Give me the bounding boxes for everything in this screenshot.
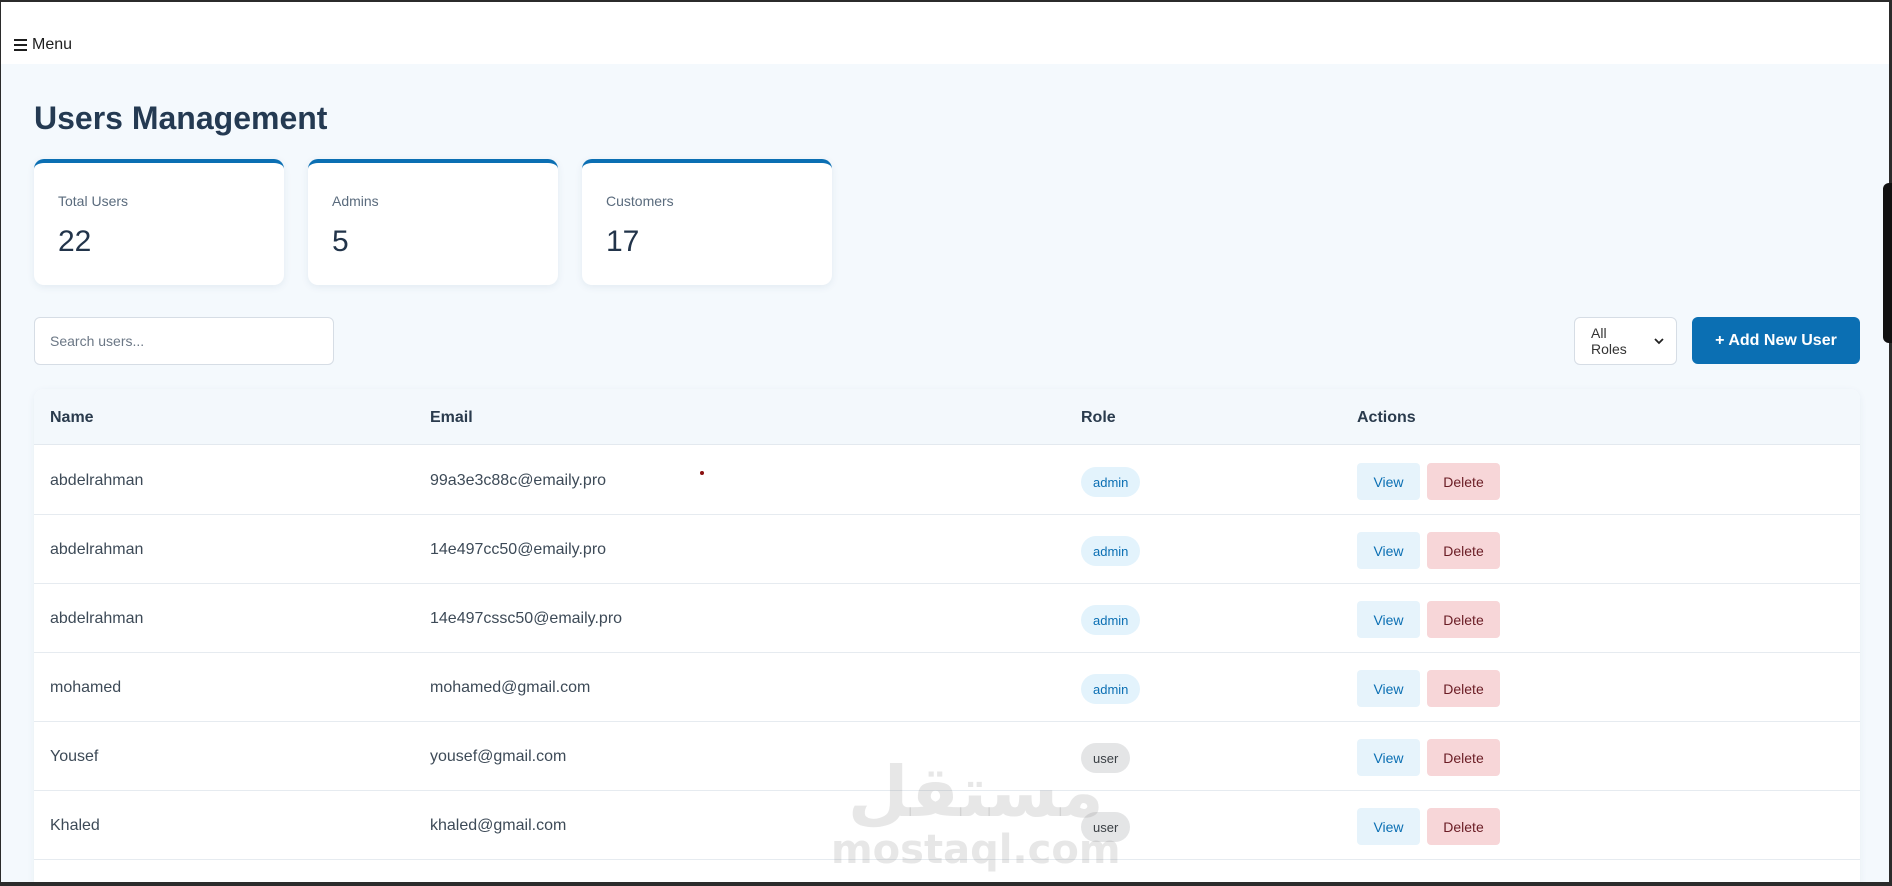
table-row: abdelrahman 14e497cssc50@emaily.pro admi… [34,584,1860,653]
user-name: mohamed [50,679,122,696]
stray-dot [700,471,704,475]
menu-button[interactable]: Menu [14,36,72,54]
delete-button[interactable]: Delete [1427,532,1500,569]
role-filter-value: All Roles [1591,325,1627,357]
role-badge: admin [1081,674,1141,704]
stat-value: 22 [58,225,92,258]
stat-card-customers: Customers 17 [582,159,832,285]
user-email: khaled@gmail.com [430,817,567,834]
stat-label: Admins [332,193,379,209]
table-header: Name Email Role Actions [34,389,1860,445]
user-name: abdelrahman [50,541,144,558]
column-header-name: Name [50,409,94,426]
watermark-arabic: مستقل [847,751,1104,833]
menu-label: Menu [32,36,73,53]
stat-card-admins: Admins 5 [308,159,558,285]
hamburger-icon [14,39,27,51]
delete-button[interactable]: Delete [1427,739,1500,776]
search-input[interactable] [34,317,334,365]
user-email: 99a3e3c88c@emaily.pro [430,472,607,489]
stat-label: Customers [606,193,674,209]
column-header-role: Role [1081,409,1116,426]
table-row: abdelrahman 99a3e3c88c@emaily.pro admin … [34,446,1860,515]
view-button[interactable]: View [1357,670,1420,707]
view-button[interactable]: View [1357,463,1420,500]
user-email: yousef@gmail.com [430,748,567,765]
delete-button[interactable]: Delete [1427,601,1500,638]
stat-value: 17 [606,225,640,258]
role-badge: admin [1081,467,1141,497]
view-button[interactable]: View [1357,601,1420,638]
stat-label: Total Users [58,193,129,209]
watermark: مستقل mostaql.com [831,754,1121,870]
user-name: abdelrahman [50,472,144,489]
delete-button[interactable]: Delete [1427,463,1500,500]
user-name: Khaled [50,817,100,834]
role-badge: admin [1081,536,1141,566]
watermark-latin: mostaql.com [831,827,1121,873]
user-email: mohamed@gmail.com [430,679,591,696]
app-window: Menu Users Management Total Users 22 Adm… [1,2,1889,882]
column-header-email: Email [430,409,473,426]
delete-button[interactable]: Delete [1427,670,1500,707]
table-row: mohamed mohamed@gmail.com admin View Del… [34,653,1860,722]
top-bar: Menu [1,2,1889,64]
user-name: Yousef [50,748,99,765]
view-button[interactable]: View [1357,532,1420,569]
column-header-actions: Actions [1357,409,1416,426]
add-user-button[interactable]: + Add New User [1692,317,1860,364]
view-button[interactable]: View [1357,808,1420,845]
side-toolbar-strip[interactable] [1883,183,1892,343]
chevron-down-icon [1654,337,1664,344]
stat-value: 5 [332,225,349,258]
table-row: abdelrahman 14e497cc50@emaily.pro admin … [34,515,1860,584]
role-badge: admin [1081,605,1141,635]
stat-card-total-users: Total Users 22 [34,159,284,285]
user-name: abdelrahman [50,610,144,627]
user-email: 14e497cssc50@emaily.pro [430,610,623,627]
role-filter-select[interactable]: All Roles [1574,317,1677,365]
page-title: Users Management [34,100,328,136]
view-button[interactable]: View [1357,739,1420,776]
delete-button[interactable]: Delete [1427,808,1500,845]
user-email: 14e497cc50@emaily.pro [430,541,607,558]
